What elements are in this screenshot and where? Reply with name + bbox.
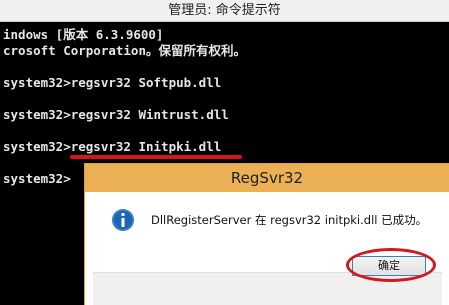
- console-window-title: 管理员: 命令提示符: [168, 3, 281, 18]
- regsvr32-dialog: RegSvr32 DllRegisterServer 在 regsvr32 in…: [84, 163, 449, 305]
- console-line-wintrust: system32>regsvr32 Wintrust.dll: [3, 107, 229, 122]
- console-titlebar[interactable]: 管理员: 命令提示符: [0, 0, 449, 22]
- screen: 管理员: 命令提示符 indows [版本 6.3.9600] crosoft …: [0, 0, 449, 305]
- console-line-version: indows [版本 6.3.9600]: [3, 27, 164, 42]
- console-line-copyright: crosoft Corporation。保留所有权利。: [3, 43, 246, 58]
- dialog-title: RegSvr32: [230, 169, 304, 187]
- dialog-titlebar[interactable]: RegSvr32: [85, 164, 449, 192]
- info-icon: [112, 209, 134, 231]
- dialog-footer: [93, 272, 442, 305]
- console-line-initpki: system32>regsvr32 Initpki.dll: [3, 139, 222, 154]
- console-line-softpub: system32>regsvr32 Softpub.dll: [3, 75, 222, 90]
- console-line-prompt: system32>: [3, 171, 71, 186]
- ok-button[interactable]: 确定: [352, 256, 426, 276]
- dialog-message: DllRegisterServer 在 regsvr32 initpki.dll…: [151, 213, 428, 227]
- highlight-underline: [70, 155, 242, 159]
